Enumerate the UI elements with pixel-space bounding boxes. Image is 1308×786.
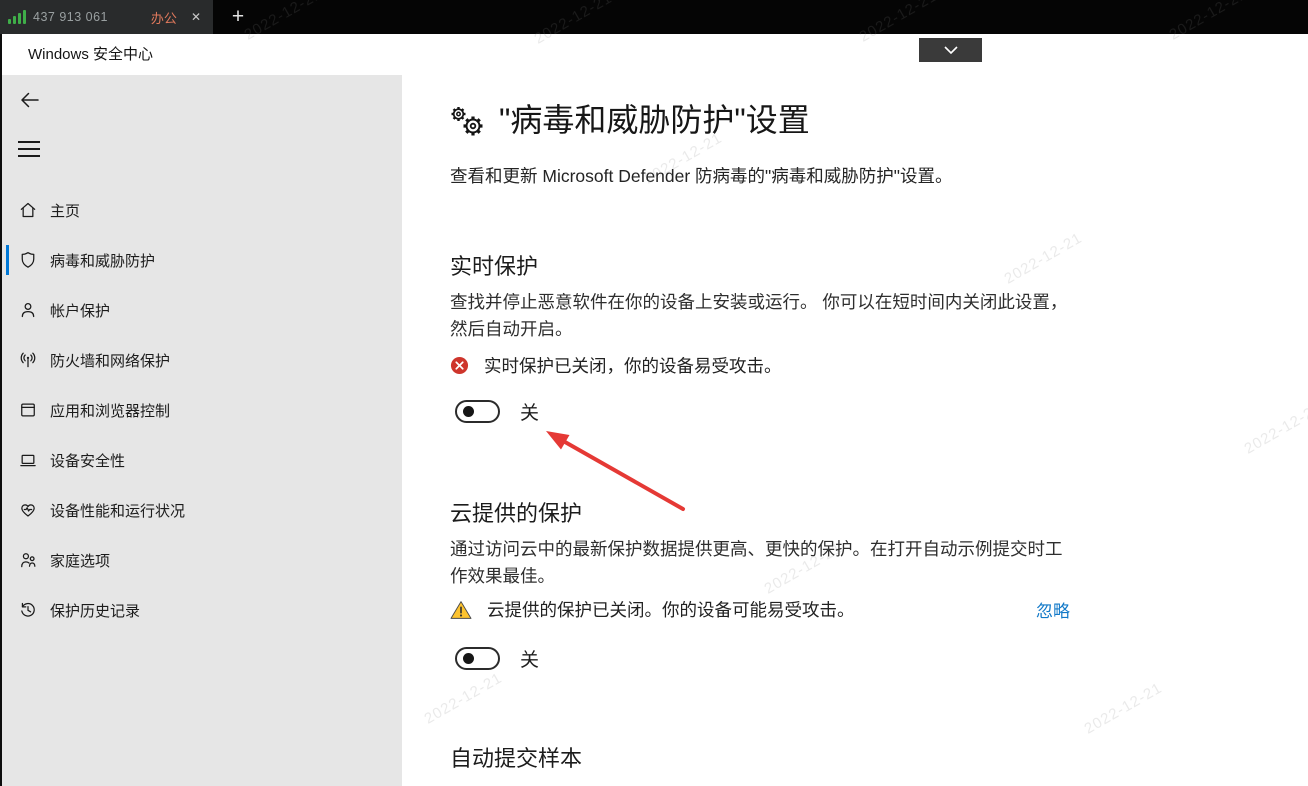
sidebar-item-home[interactable]: 主页	[2, 185, 402, 235]
person-icon	[21, 303, 35, 318]
sidebar-item-firewall-network[interactable]: 防火墙和网络保护	[2, 335, 402, 385]
main-content: "病毒和威胁防护"设置 查看和更新 Microsoft Defender 防病毒…	[402, 75, 1308, 786]
health-icon	[21, 504, 35, 517]
network-icon	[20, 352, 36, 368]
realtime-toggle-row: 关	[455, 398, 539, 425]
cloud-toggle-row: 关	[455, 645, 539, 672]
sidebar-item-label: 设备性能和运行状况	[50, 502, 186, 520]
sidebar-item-label: 保护历史记录	[50, 602, 141, 620]
sidebar-item-label: 病毒和威胁防护	[50, 252, 156, 270]
close-icon[interactable]: ✕	[191, 10, 201, 24]
sidebar-item-label: 主页	[50, 202, 81, 220]
sidebar-nav: 主页 病毒和威胁防护 帐户保护 防火墙和网络保护 应用和浏览器控制 设备安全性 …	[2, 185, 402, 635]
family-icon	[21, 553, 36, 568]
page-subtitle: 查看和更新 Microsoft Defender 防病毒的"病毒和威胁防护"设置…	[450, 166, 953, 186]
back-button[interactable]	[18, 88, 42, 112]
cloud-protection-toggle[interactable]	[455, 647, 500, 670]
sidebar-item-label: 设备安全性	[50, 452, 126, 470]
section-description-realtime: 查找并停止恶意软件在你的设备上安装或运行。 你可以在短时间内关闭此设置，然后自动…	[450, 292, 1068, 339]
section-heading-samples: 自动提交样本	[450, 746, 583, 771]
sidebar-item-label: 帐户保护	[50, 302, 111, 320]
alert-realtime-off: 实时保护已关闭，你的设备易受攻击。	[450, 353, 1070, 378]
sidebar-item-app-browser-control[interactable]: 应用和浏览器控制	[2, 385, 402, 435]
session-tab[interactable]: 437 913 061 办公 ✕	[0, 0, 213, 34]
settings-gears-icon	[451, 107, 483, 136]
app-title: Windows 安全中心	[28, 46, 154, 63]
error-icon	[450, 356, 469, 375]
sidebar: 主页 病毒和威胁防护 帐户保护 防火墙和网络保护 应用和浏览器控制 设备安全性 …	[2, 75, 402, 786]
page-header: "病毒和威胁防护"设置	[450, 97, 810, 143]
arrow-left-icon	[21, 92, 39, 108]
toggle-state-label: 关	[520, 650, 540, 671]
realtime-protection-toggle[interactable]	[455, 400, 500, 423]
session-id: 437 913 061	[33, 10, 109, 24]
alert-text: 云提供的保护已关闭。你的设备可能易受攻击。	[487, 600, 855, 620]
app-browser-icon	[21, 403, 35, 417]
sidebar-item-device-performance[interactable]: 设备性能和运行状况	[2, 485, 402, 535]
sidebar-item-label: 应用和浏览器控制	[50, 402, 171, 420]
sidebar-item-protection-history[interactable]: 保护历史记录	[2, 585, 402, 635]
toolbar-pulldown-button[interactable]	[919, 38, 982, 62]
section-heading-cloud: 云提供的保护	[450, 501, 583, 526]
new-tab-button[interactable]: +	[222, 0, 254, 34]
warning-icon	[450, 600, 472, 619]
window-titlebar: Windows 安全中心	[0, 34, 1308, 75]
chevron-down-icon	[943, 46, 958, 54]
sidebar-item-virus-threat-protection[interactable]: 病毒和威胁防护	[2, 235, 402, 285]
sidebar-item-family-options[interactable]: 家庭选项	[2, 535, 402, 585]
window-left-border	[0, 34, 2, 786]
sidebar-item-device-security[interactable]: 设备安全性	[2, 435, 402, 485]
sidebar-item-account-protection[interactable]: 帐户保护	[2, 285, 402, 335]
toggle-state-label: 关	[520, 403, 540, 424]
shield-icon	[21, 252, 35, 268]
signal-bars-icon	[8, 10, 26, 24]
session-tab-label: 办公	[150, 10, 177, 26]
hamburger-menu-button[interactable]	[18, 141, 40, 157]
alert-text: 实时保护已关闭，你的设备易受攻击。	[484, 356, 782, 376]
sidebar-item-label: 家庭选项	[50, 552, 111, 570]
toggle-knob	[463, 653, 474, 664]
dismiss-link[interactable]: 忽略	[1036, 597, 1070, 622]
section-description-cloud: 通过访问云中的最新保护数据提供更高、更快的保护。在打开自动示例提交时工作效果最佳…	[450, 539, 1063, 586]
history-icon	[21, 602, 35, 617]
page-title: "病毒和威胁防护"设置	[499, 102, 810, 138]
toggle-knob	[463, 406, 474, 417]
window: 437 913 061 办公 ✕ + Windows 安全中心 主页 病毒和威胁…	[0, 0, 1308, 786]
device-icon	[20, 454, 36, 467]
home-icon	[20, 202, 36, 218]
section-heading-realtime: 实时保护	[450, 254, 539, 279]
sidebar-item-label: 防火墙和网络保护	[50, 352, 171, 370]
session-tab-strip: 437 913 061 办公 ✕ +	[0, 0, 1308, 34]
alert-cloud-off: 云提供的保护已关闭。你的设备可能易受攻击。 忽略	[450, 597, 1070, 622]
